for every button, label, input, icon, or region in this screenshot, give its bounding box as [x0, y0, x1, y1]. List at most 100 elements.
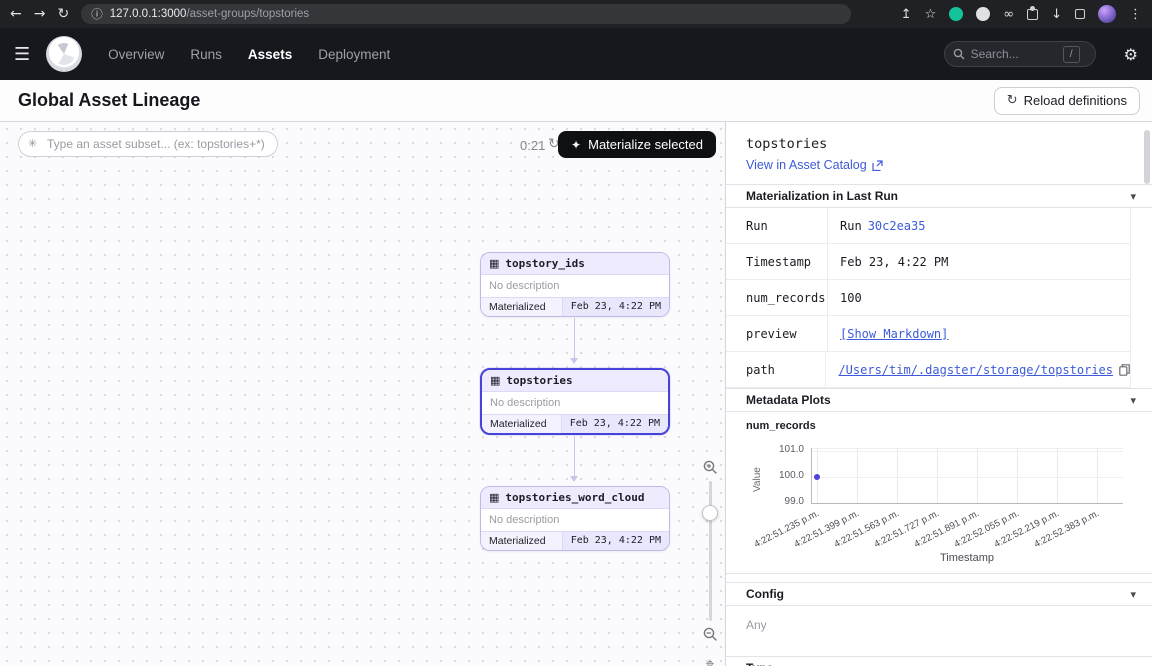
materialized-timestamp[interactable]: Feb 23, 4:22 PM	[561, 415, 668, 433]
nav-item-assets[interactable]: Assets	[248, 47, 292, 62]
share-icon[interactable]: ↥	[901, 8, 912, 21]
asset-node-footer: Materialized Feb 23, 4:22 PM	[481, 531, 669, 550]
external-link-icon	[872, 160, 883, 171]
materialized-status: Materialized	[481, 532, 562, 550]
data-point[interactable]	[814, 474, 820, 480]
metadata-row-timestamp: Timestamp Feb 23, 4:22 PM	[726, 244, 1130, 280]
nav-item-deployment[interactable]: Deployment	[318, 47, 390, 62]
asset-node-topstories-word-cloud[interactable]: ▦ topstories_word_cloud No description M…	[480, 486, 670, 551]
refresh-countdown: 0:21	[520, 138, 545, 153]
section-type[interactable]: Type ▾	[726, 656, 1152, 666]
run-id-link[interactable]: 30c2ea35	[868, 219, 926, 233]
y-tick-label: 99.0	[762, 496, 804, 507]
sparkle-icon: ✦	[571, 138, 581, 152]
asset-description: No description	[482, 392, 668, 414]
primary-nav: Overview Runs Assets Deployment	[108, 47, 390, 62]
chevron-down-icon[interactable]: ▾	[1130, 190, 1136, 203]
reload-icon[interactable]: ↻	[57, 7, 69, 21]
zoom-controls: ⌖	[699, 460, 721, 666]
back-icon[interactable]: ←	[10, 7, 22, 21]
tab-window-icon[interactable]	[1075, 9, 1085, 19]
chevron-down-icon[interactable]: ▾	[1130, 588, 1136, 601]
section-materialization-in-last-run[interactable]: Materialization in Last Run ▾	[726, 184, 1152, 208]
selected-asset-name: topstories	[746, 136, 1132, 152]
extension-icon[interactable]	[976, 7, 990, 21]
url-bar[interactable]: ⓘ 127.0.0.1:3000/asset-groups/topstories	[81, 4, 851, 24]
dagster-logo[interactable]	[46, 36, 82, 72]
search-input[interactable]	[971, 47, 1057, 61]
nav-item-overview[interactable]: Overview	[108, 47, 164, 62]
asset-filter-input[interactable]	[18, 131, 278, 157]
metadata-row-path: path /Users/tim/.dagster/storage/topstor…	[726, 352, 1130, 388]
forward-icon[interactable]: →	[34, 7, 46, 21]
asset-node-header: ▦ topstory_ids	[481, 253, 669, 275]
settings-gear-icon[interactable]: ⚙	[1124, 45, 1138, 64]
extension-infinity-icon[interactable]: ∞	[1003, 8, 1014, 21]
zoom-in-icon[interactable]	[703, 460, 718, 475]
page-title: Global Asset Lineage	[18, 90, 200, 111]
plot-title: num_records	[746, 420, 1152, 432]
run-word: Run	[840, 219, 862, 233]
bookmark-star-icon[interactable]: ☆	[925, 8, 937, 21]
materialized-timestamp[interactable]: Feb 23, 4:22 PM	[562, 532, 669, 550]
app-navbar: ☰ Overview Runs Assets Deployment / ⚙	[0, 28, 1152, 80]
info-icon[interactable]: ⓘ	[91, 6, 103, 22]
asset-node-footer: Materialized Feb 23, 4:22 PM	[482, 414, 668, 433]
url-text: 127.0.0.1:3000/asset-groups/topstories	[110, 8, 309, 20]
zoom-slider-handle[interactable]	[702, 505, 718, 521]
chevron-down-icon[interactable]: ▾	[1130, 394, 1136, 407]
view-in-asset-catalog-link[interactable]: View in Asset Catalog	[746, 158, 883, 172]
section-config[interactable]: Config ▾	[726, 582, 1152, 606]
chevron-down-icon[interactable]: ▾	[1130, 662, 1136, 666]
asset-node-header: ▦ topstories	[482, 370, 668, 392]
browser-actions: ↥ ☆ ∞ ↓ ⋮	[901, 5, 1142, 23]
metadata-row-run: Run Run 30c2ea35	[726, 208, 1130, 244]
plot-area	[811, 448, 1123, 504]
browser-menu-icon[interactable]: ⋮	[1129, 8, 1142, 21]
metadata-value: Run 30c2ea35	[828, 219, 925, 233]
page-header: Global Asset Lineage ↻ Reload definition…	[0, 80, 1152, 122]
asset-name: topstories_word_cloud	[505, 491, 644, 504]
extension-icon[interactable]	[949, 7, 963, 21]
hamburger-menu-icon[interactable]: ☰	[14, 44, 30, 65]
metadata-key: preview	[726, 316, 828, 351]
materialized-status: Materialized	[482, 415, 561, 433]
asset-description: No description	[481, 275, 669, 297]
section-title: Metadata Plots	[746, 393, 831, 407]
metadata-value: Feb 23, 4:22 PM	[828, 255, 948, 269]
reload-definitions-label: Reload definitions	[1024, 93, 1127, 108]
zoom-slider[interactable]	[709, 481, 712, 621]
asset-graph-canvas[interactable]: ✳ 0:21 ↻ ✦ Materialize selected ▦ topsto…	[0, 122, 725, 666]
y-tick-label: 100.0	[762, 470, 804, 481]
table-icon: ▦	[489, 257, 499, 270]
url-host: 127.0.0.1:3000	[110, 8, 187, 20]
reload-definitions-button[interactable]: ↻ Reload definitions	[994, 87, 1140, 115]
metadata-value: [Show Markdown]	[828, 327, 948, 341]
copy-icon[interactable]	[1119, 364, 1130, 376]
section-title: Materialization in Last Run	[746, 189, 898, 203]
nav-item-runs[interactable]: Runs	[190, 47, 222, 62]
table-icon: ▦	[490, 374, 500, 387]
extensions-puzzle-icon[interactable]	[1027, 9, 1038, 20]
panel-scrollbar[interactable]	[1144, 130, 1150, 184]
x-axis-label: Timestamp	[811, 552, 1123, 564]
show-markdown-link[interactable]: [Show Markdown]	[840, 327, 948, 341]
asset-node-topstory-ids[interactable]: ▦ topstory_ids No description Materializ…	[480, 252, 670, 317]
global-search[interactable]: /	[944, 41, 1096, 67]
zoom-out-icon[interactable]	[703, 627, 718, 642]
catalog-link-label: View in Asset Catalog	[746, 158, 867, 172]
metadata-value: /Users/tim/.dagster/storage/topstories	[826, 363, 1130, 377]
profile-avatar[interactable]	[1098, 5, 1116, 23]
edge-topstory-ids-to-topstories	[574, 318, 575, 362]
metadata-key: num_records	[726, 280, 828, 315]
search-shortcut-key: /	[1063, 46, 1080, 63]
materialized-timestamp[interactable]: Feb 23, 4:22 PM	[562, 298, 669, 316]
path-link[interactable]: /Users/tim/.dagster/storage/topstories	[838, 363, 1113, 377]
downloads-icon[interactable]: ↓	[1051, 8, 1062, 21]
asset-node-topstories[interactable]: ▦ topstories No description Materialized…	[480, 368, 670, 435]
recenter-icon[interactable]: ⌖	[705, 654, 714, 666]
materialize-label: Materialize selected	[588, 137, 703, 152]
asset-name: topstories	[506, 374, 572, 387]
materialize-selected-button[interactable]: ✦ Materialize selected	[558, 131, 716, 158]
section-metadata-plots[interactable]: Metadata Plots ▾	[726, 388, 1152, 412]
